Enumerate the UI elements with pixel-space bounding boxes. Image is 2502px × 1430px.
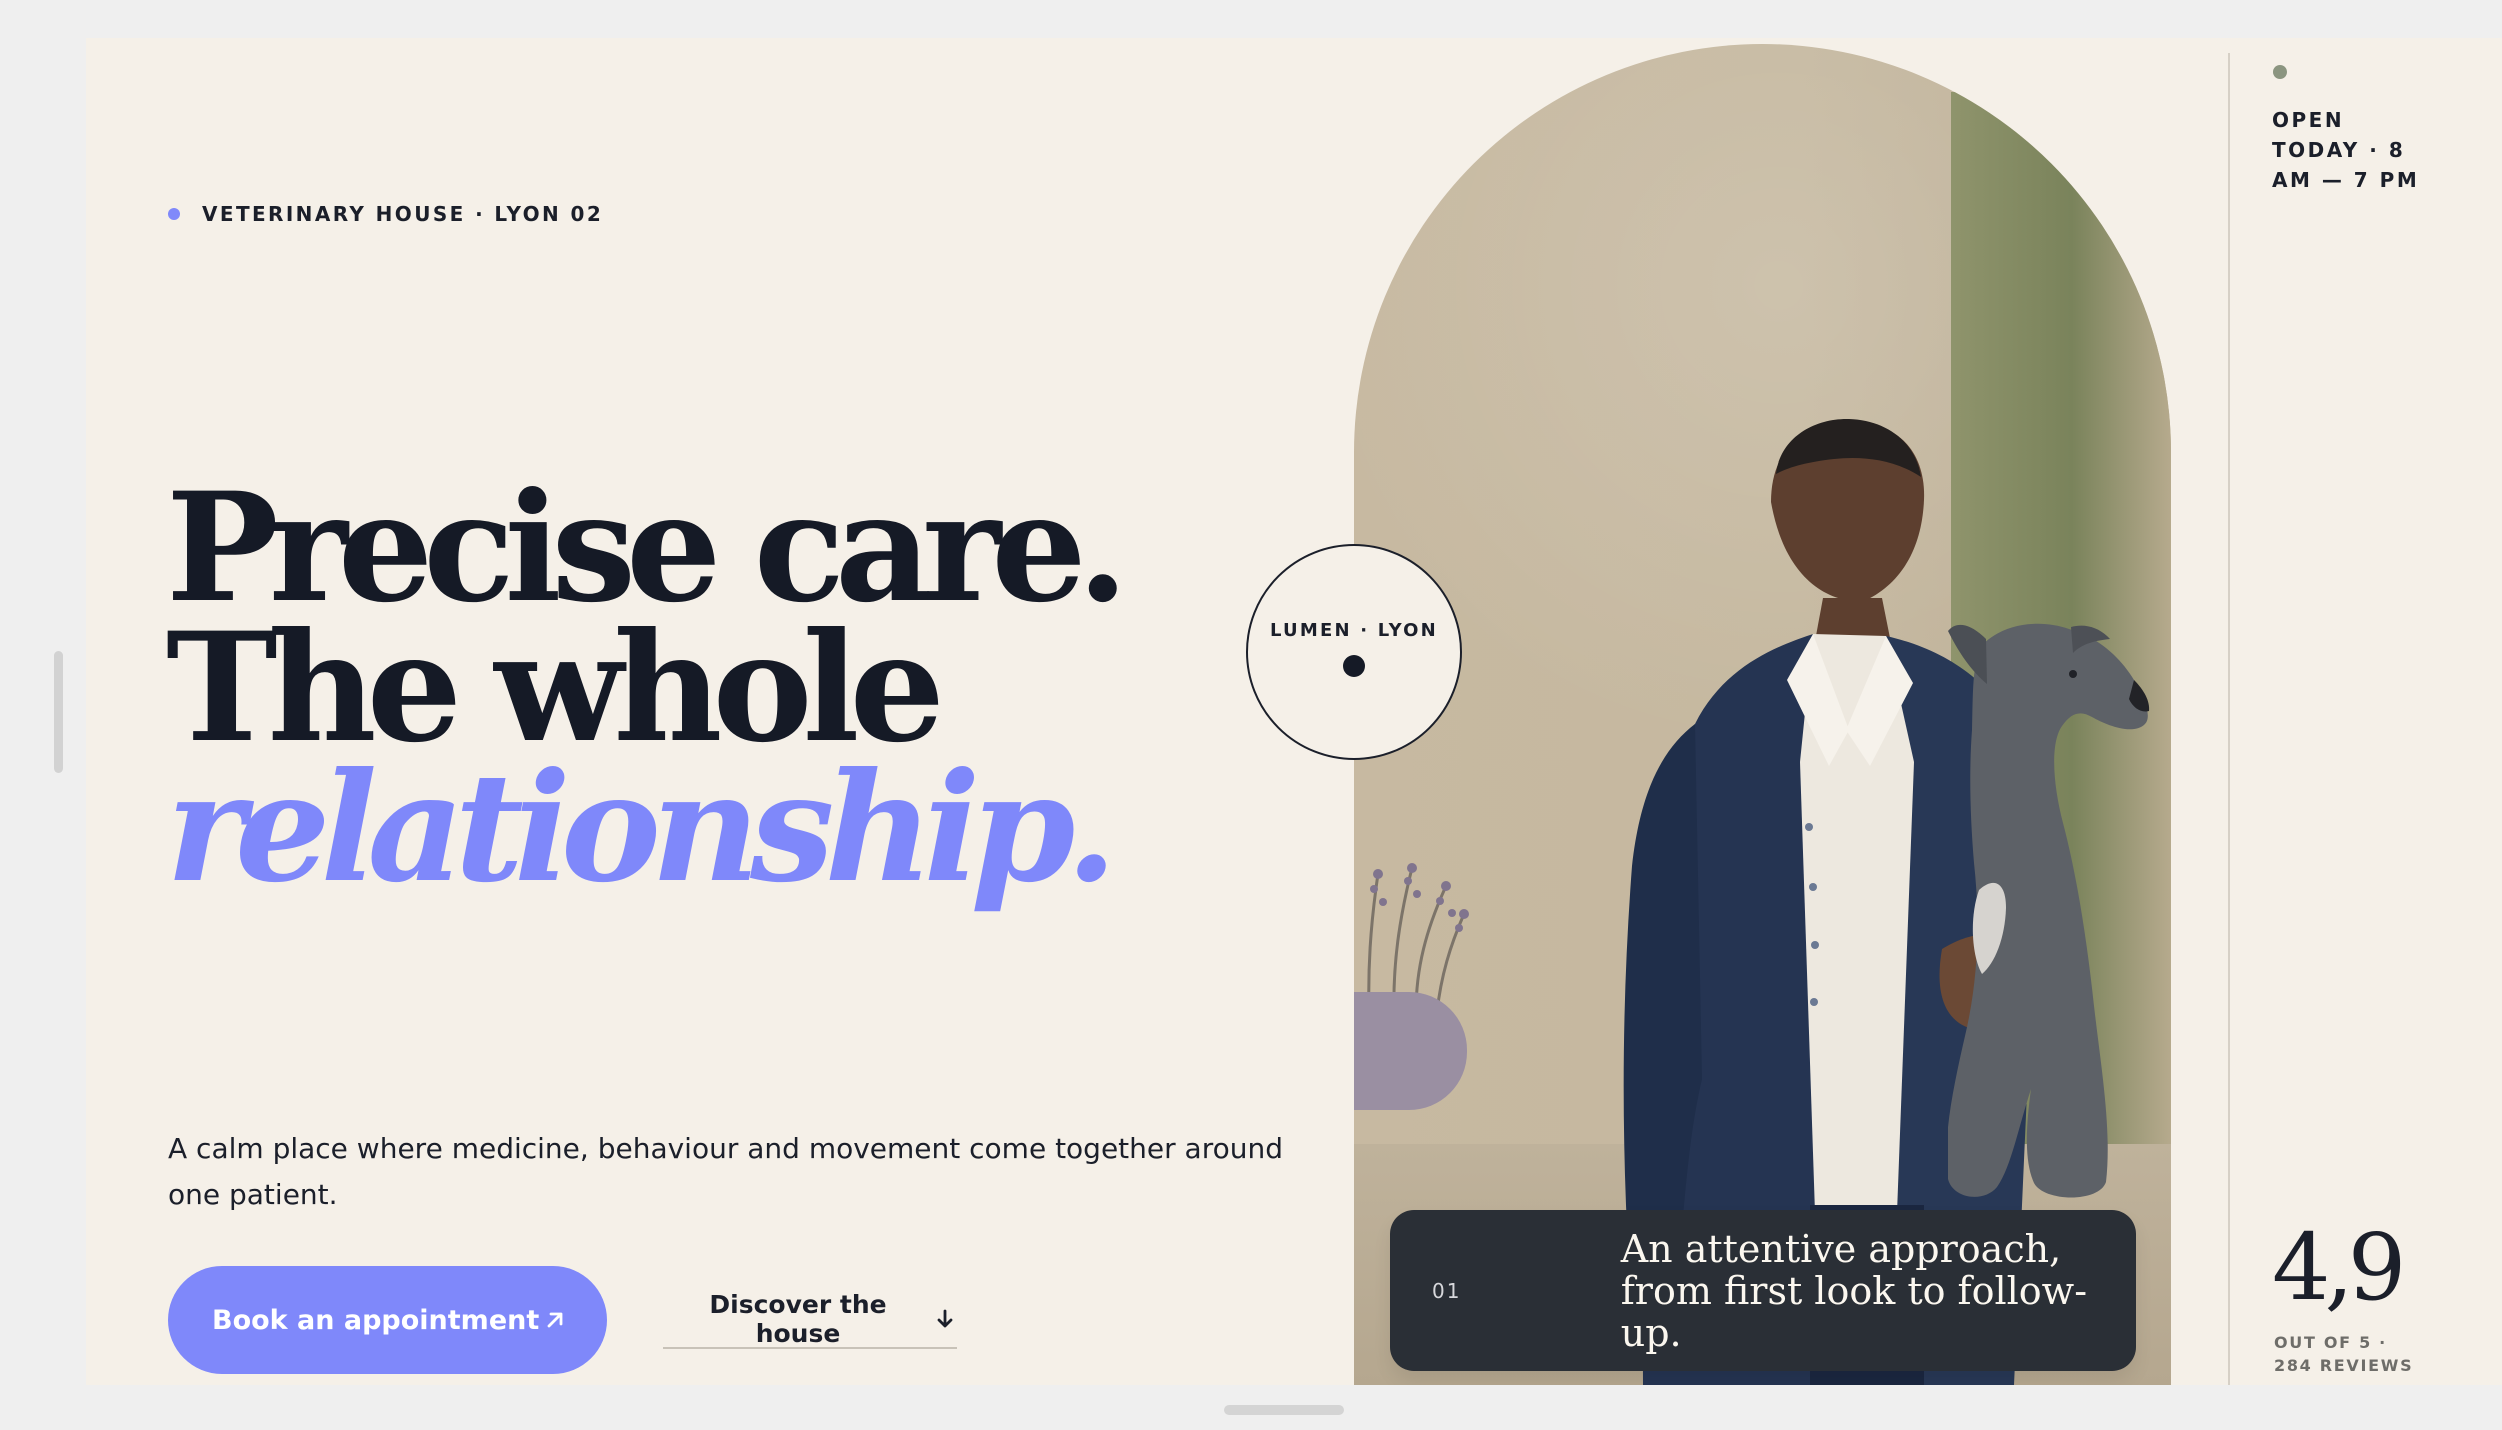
quote-number: 01 (1432, 1278, 1462, 1303)
hero-headline: Precise care. The whole relationship. (166, 460, 1129, 917)
discover-house-link[interactable]: Discover the house (663, 1290, 957, 1349)
rating-value: 4,9 (2272, 1214, 2406, 1321)
accent-dot-icon (168, 208, 180, 220)
vase-shape (1354, 992, 1467, 1110)
dog-illustration (1948, 623, 2150, 1198)
headline-accent: relationship. (166, 740, 1118, 917)
quote-card: 01 An attentive approach, from first loo… (1390, 1210, 2136, 1371)
book-appointment-button[interactable]: Book an appointment (168, 1266, 607, 1374)
hero-page: VETERINARY HOUSE · LYON 02 Precise care.… (86, 38, 2502, 1385)
hero-photo (1354, 44, 2171, 1385)
app-window: VETERINARY HOUSE · LYON 02 Precise care.… (0, 0, 2502, 1430)
lumen-lyon-badge: LUMEN · LYON (1246, 544, 1462, 760)
badge-label: LUMEN · LYON (1270, 619, 1438, 641)
arrow-down-icon (933, 1307, 957, 1331)
cta-row: Book an appointment Discover the house (168, 1266, 957, 1374)
opening-hours: OPEN TODAY · 8 AM — 7 PM (2272, 108, 2420, 192)
rating-caption: OUT OF 5 · 284 REVIEWS (2274, 1333, 2414, 1375)
book-appointment-label: Book an appointment (212, 1304, 540, 1336)
bottom-scrollbar[interactable] (1224, 1405, 1344, 1415)
dried-flowers-illustration (1367, 863, 1469, 1012)
headline-line-2: The whole (166, 600, 945, 777)
left-scrollbar[interactable] (54, 651, 63, 773)
open-status-dot-icon (2273, 65, 2287, 79)
eyebrow-label: VETERINARY HOUSE · LYON 02 (202, 202, 604, 226)
badge-dot-icon (1343, 654, 1365, 677)
headline-line-1: Precise care. (166, 460, 1129, 637)
quote-text: An attentive approach, from first look t… (1620, 1226, 2088, 1355)
eyebrow: VETERINARY HOUSE · LYON 02 (168, 202, 603, 226)
right-rail-divider (2228, 53, 2230, 1385)
discover-house-label: Discover the house (709, 1290, 887, 1348)
hero-description: A calm place where medicine, behaviour a… (168, 1132, 1283, 1211)
arrow-up-right-icon (543, 1308, 567, 1332)
